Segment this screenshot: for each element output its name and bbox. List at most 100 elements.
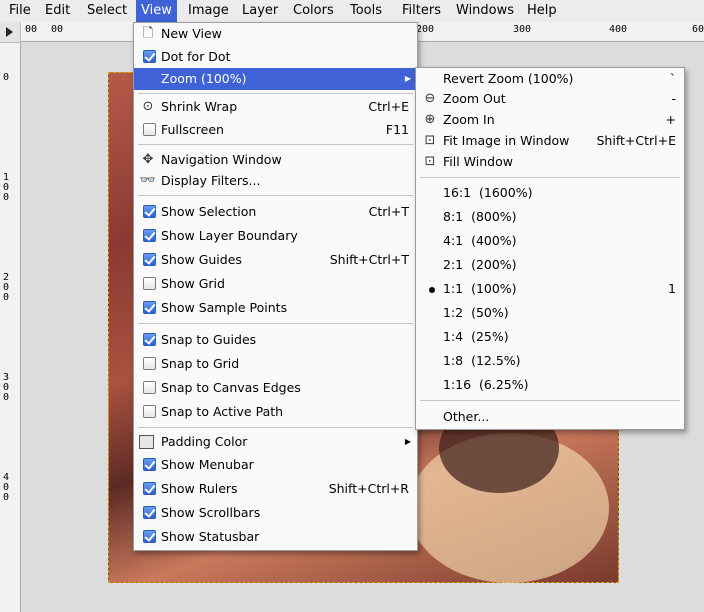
menu-item-zoom-4-1[interactable]: 4:1 (400%) <box>416 230 684 252</box>
show-grid-checkbox[interactable] <box>143 277 156 290</box>
navigation-icon: ✥ <box>142 152 154 167</box>
menu-item-label: Show Guides <box>161 252 242 267</box>
display-filters-icon: 👓 <box>139 173 157 188</box>
shortcut-label: Ctrl+T <box>368 204 409 219</box>
show-sample-points-checkbox[interactable] <box>143 301 156 314</box>
menu-item-show-sample-points[interactable]: Show Sample Points <box>134 297 417 319</box>
menu-item-show-grid[interactable]: Show Grid <box>134 273 417 295</box>
show-selection-checkbox[interactable] <box>143 205 156 218</box>
menu-item-zoom[interactable]: Zoom (100%) ▶ <box>134 68 417 90</box>
menu-filters[interactable]: Filters <box>397 0 446 22</box>
menu-item-show-scrollbars[interactable]: Show Scrollbars <box>134 502 417 524</box>
menu-help[interactable]: Help <box>522 0 562 22</box>
menu-item-show-menubar[interactable]: Show Menubar <box>134 454 417 476</box>
show-layer-boundary-checkbox[interactable] <box>143 229 156 242</box>
menu-item-fullscreen[interactable]: Fullscreen F11 <box>134 119 417 141</box>
menu-item-zoom-in[interactable]: ⊕ Zoom In + <box>416 109 684 131</box>
menu-item-label: 16:1 (1600%) <box>443 185 533 200</box>
menu-item-shrink-wrap[interactable]: ⊙ Shrink Wrap Ctrl+E <box>134 96 417 118</box>
fullscreen-checkbox[interactable] <box>143 123 156 136</box>
dot-for-dot-checkbox[interactable] <box>143 50 156 63</box>
menu-item-label: Dot for Dot <box>161 49 231 64</box>
separator <box>138 195 413 196</box>
menu-item-show-selection[interactable]: Show Selection Ctrl+T <box>134 201 417 223</box>
menu-item-label: 1:4 (25%) <box>443 329 509 344</box>
zoom-in-icon: ⊕ <box>424 112 436 127</box>
quick-mask-toggle[interactable] <box>0 22 21 43</box>
menu-item-zoom-1-4[interactable]: 1:4 (25%) <box>416 326 684 348</box>
radio-selected-icon <box>429 287 435 293</box>
ruler-label: 2 0 0 <box>3 272 10 303</box>
menu-item-label: Navigation Window <box>161 152 282 167</box>
menu-item-display-filters[interactable]: 👓 Display Filters... <box>134 170 417 192</box>
submenu-arrow-icon: ▶ <box>404 437 411 446</box>
menu-item-label: Fullscreen <box>161 122 224 137</box>
menu-item-zoom-1-16[interactable]: 1:16 (6.25%) <box>416 374 684 396</box>
show-guides-checkbox[interactable] <box>143 253 156 266</box>
menu-item-zoom-2-1[interactable]: 2:1 (200%) <box>416 254 684 276</box>
shortcut-label: Shift+Ctrl+T <box>329 252 409 267</box>
ruler-label: 00 <box>25 24 38 35</box>
show-menubar-checkbox[interactable] <box>143 458 156 471</box>
menu-item-show-guides[interactable]: Show Guides Shift+Ctrl+T <box>134 249 417 271</box>
menu-item-label: New View <box>161 26 222 41</box>
snap-to-active-path-checkbox[interactable] <box>143 405 156 418</box>
menu-item-snap-to-guides[interactable]: Snap to Guides <box>134 329 417 351</box>
menu-select[interactable]: Select <box>82 0 132 22</box>
menu-item-new-view[interactable]: 🗋 New View <box>134 23 417 45</box>
menu-item-navigation-window[interactable]: ✥ Navigation Window <box>134 149 417 171</box>
shortcut-label: ` <box>669 71 676 86</box>
menu-layer[interactable]: Layer <box>237 0 283 22</box>
menu-image[interactable]: Image <box>183 0 234 22</box>
menu-item-zoom-16-1[interactable]: 16:1 (1600%) <box>416 182 684 204</box>
menu-item-fill-window[interactable]: ⊡ Fill Window <box>416 151 684 173</box>
menu-item-label: Show Menubar <box>161 457 254 472</box>
menu-item-zoom-8-1[interactable]: 8:1 (800%) <box>416 206 684 228</box>
shortcut-label: 1 <box>668 281 676 296</box>
menu-item-padding-color[interactable]: Padding Color ▶ <box>134 431 417 453</box>
shortcut-label: F11 <box>385 122 409 137</box>
menu-item-revert-zoom[interactable]: Revert Zoom (100%) ` <box>416 68 684 90</box>
menu-item-zoom-1-1[interactable]: 1:1 (100%) 1 <box>416 278 684 300</box>
menu-view[interactable]: View <box>136 0 177 22</box>
menu-item-zoom-out[interactable]: ⊖ Zoom Out - <box>416 88 684 110</box>
menu-item-snap-to-active-path[interactable]: Snap to Active Path <box>134 401 417 423</box>
separator <box>138 144 413 145</box>
zoom-out-icon: ⊖ <box>424 91 436 106</box>
menu-file[interactable]: File <box>4 0 36 22</box>
menu-item-fit-image-in-window[interactable]: ⊡ Fit Image in Window Shift+Ctrl+E <box>416 130 684 152</box>
snap-to-canvas-edges-checkbox[interactable] <box>143 381 156 394</box>
menu-item-snap-to-canvas-edges[interactable]: Snap to Canvas Edges <box>134 377 417 399</box>
snap-to-grid-checkbox[interactable] <box>143 357 156 370</box>
menu-item-label: Snap to Canvas Edges <box>161 380 301 395</box>
menubar: File Edit Select View Image Layer Colors… <box>0 0 704 23</box>
menu-item-label: Show Sample Points <box>161 300 288 315</box>
menu-item-label: 1:2 (50%) <box>443 305 509 320</box>
menu-item-show-layer-boundary[interactable]: Show Layer Boundary <box>134 225 417 247</box>
zoom-submenu: Revert Zoom (100%) ` ⊖ Zoom Out - ⊕ Zoom… <box>415 67 685 430</box>
menu-item-zoom-other[interactable]: Other... <box>416 406 684 428</box>
menu-item-zoom-1-8[interactable]: 1:8 (12.5%) <box>416 350 684 372</box>
snap-to-guides-checkbox[interactable] <box>143 333 156 346</box>
ruler-label: 400 <box>609 24 628 35</box>
menu-item-label: Zoom (100%) <box>161 71 247 86</box>
separator <box>138 323 413 324</box>
menu-tools[interactable]: Tools <box>345 0 387 22</box>
show-rulers-checkbox[interactable] <box>143 482 156 495</box>
menu-item-zoom-1-2[interactable]: 1:2 (50%) <box>416 302 684 324</box>
show-scrollbars-checkbox[interactable] <box>143 506 156 519</box>
shrink-wrap-icon: ⊙ <box>142 99 154 114</box>
vertical-ruler[interactable]: 0 1 0 0 2 0 0 3 0 0 4 0 0 <box>0 43 21 612</box>
menu-windows[interactable]: Windows <box>451 0 519 22</box>
menu-edit[interactable]: Edit <box>40 0 75 22</box>
menu-item-show-rulers[interactable]: Show Rulers Shift+Ctrl+R <box>134 478 417 500</box>
menu-item-snap-to-grid[interactable]: Snap to Grid <box>134 353 417 375</box>
menu-item-dot-for-dot[interactable]: Dot for Dot <box>134 46 417 68</box>
padding-color-swatch <box>139 435 154 449</box>
menu-item-show-statusbar[interactable]: Show Statusbar <box>134 526 417 548</box>
menu-item-label: Shrink Wrap <box>161 99 238 114</box>
shortcut-label: - <box>671 91 676 106</box>
menu-item-label: Fill Window <box>443 154 513 169</box>
show-statusbar-checkbox[interactable] <box>143 530 156 543</box>
menu-colors[interactable]: Colors <box>288 0 339 22</box>
